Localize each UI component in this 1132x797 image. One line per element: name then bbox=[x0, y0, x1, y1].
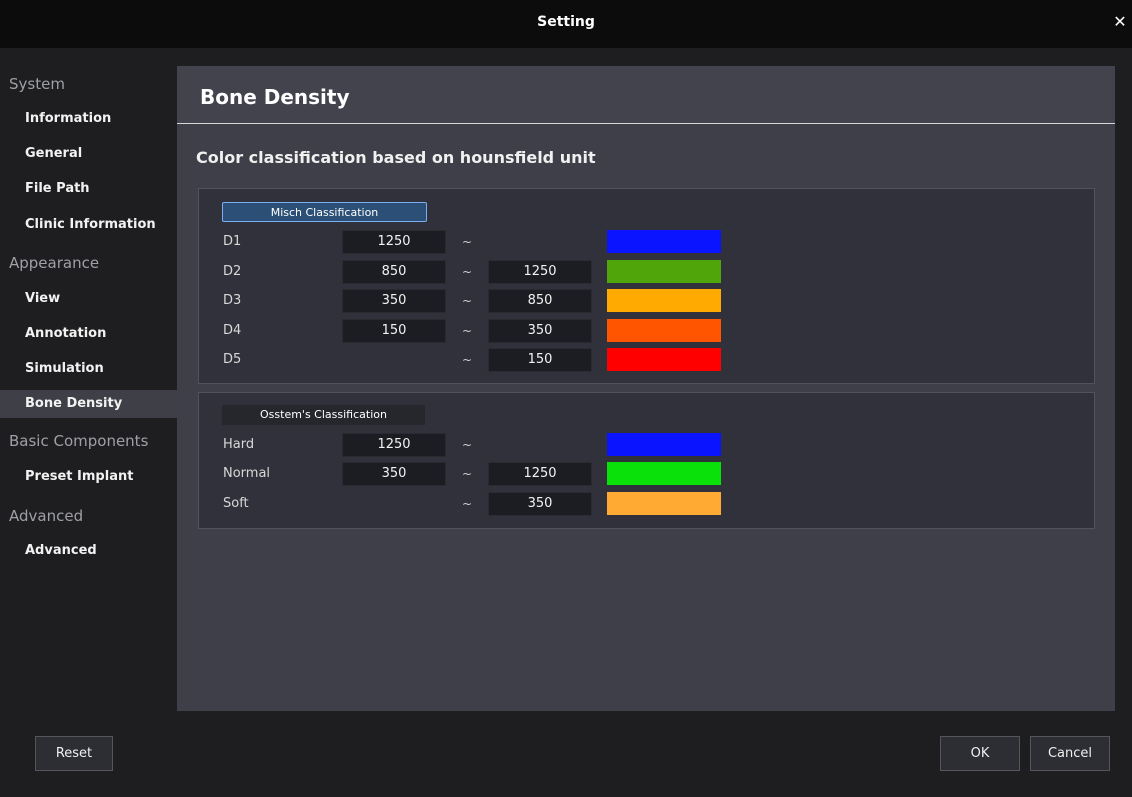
range-separator: ~ bbox=[462, 235, 473, 249]
sidebar-item-general[interactable]: General bbox=[0, 140, 177, 168]
misch-row-d3: D3 350 ~ 850 bbox=[199, 289, 1094, 313]
misch-classification-box: Misch Classification D1 1250 ~ D2 850 ~ … bbox=[198, 188, 1095, 384]
range-separator: ~ bbox=[462, 324, 473, 338]
color-swatch[interactable] bbox=[607, 230, 721, 253]
row-label: Normal bbox=[223, 466, 271, 481]
sidebar-item-preset-implant[interactable]: Preset Implant bbox=[0, 463, 177, 491]
color-swatch[interactable] bbox=[607, 260, 721, 283]
osstem-row-normal: Normal 350 ~ 1250 bbox=[199, 462, 1094, 486]
settings-panel: Bone Density Color classification based … bbox=[177, 66, 1115, 711]
min-hu-input[interactable]: 350 bbox=[342, 289, 446, 313]
row-label: D5 bbox=[223, 352, 242, 367]
row-label: D2 bbox=[223, 264, 242, 279]
title-bar: Setting ✕ bbox=[0, 0, 1132, 48]
color-swatch[interactable] bbox=[607, 289, 721, 312]
sidebar-item-bone-density[interactable]: Bone Density bbox=[0, 390, 177, 418]
sidebar-item-information[interactable]: Information bbox=[0, 105, 177, 133]
sidebar-item-annotation[interactable]: Annotation bbox=[0, 320, 177, 348]
range-separator: ~ bbox=[462, 497, 473, 511]
min-hu-input[interactable]: 350 bbox=[342, 462, 446, 486]
osstem-row-hard: Hard 1250 ~ bbox=[199, 433, 1094, 457]
misch-row-d1: D1 1250 ~ bbox=[199, 230, 1094, 254]
misch-row-d4: D4 150 ~ 350 bbox=[199, 319, 1094, 343]
osstem-classification-button[interactable]: Osstem's Classification bbox=[222, 405, 425, 425]
misch-row-d5: D5 ~ 150 bbox=[199, 348, 1094, 372]
range-separator: ~ bbox=[462, 294, 473, 308]
range-separator: ~ bbox=[462, 438, 473, 452]
max-hu-input[interactable]: 1250 bbox=[488, 260, 592, 284]
reset-button[interactable]: Reset bbox=[35, 736, 113, 771]
osstem-row-soft: Soft ~ 350 bbox=[199, 492, 1094, 516]
min-hu-input[interactable]: 150 bbox=[342, 319, 446, 343]
osstem-classification-box: Osstem's Classification Hard 1250 ~ Norm… bbox=[198, 392, 1095, 529]
color-swatch[interactable] bbox=[607, 492, 721, 515]
window-title: Setting bbox=[537, 14, 595, 30]
sidebar-item-advanced[interactable]: Advanced bbox=[0, 537, 177, 565]
cancel-button[interactable]: Cancel bbox=[1030, 736, 1110, 771]
section-system: System bbox=[9, 75, 65, 93]
close-icon[interactable]: ✕ bbox=[1110, 12, 1130, 34]
range-separator: ~ bbox=[462, 353, 473, 367]
row-label: D4 bbox=[223, 323, 242, 338]
panel-header: Bone Density bbox=[177, 66, 1115, 124]
color-swatch[interactable] bbox=[607, 462, 721, 485]
settings-sidebar: System Information General File Path Cli… bbox=[0, 66, 177, 706]
sidebar-item-file-path[interactable]: File Path bbox=[0, 175, 177, 203]
ok-button[interactable]: OK bbox=[940, 736, 1020, 771]
row-label: D3 bbox=[223, 293, 242, 308]
misch-row-d2: D2 850 ~ 1250 bbox=[199, 260, 1094, 284]
row-label: Soft bbox=[223, 496, 249, 511]
min-hu-input[interactable]: 1250 bbox=[342, 230, 446, 254]
range-separator: ~ bbox=[462, 467, 473, 481]
max-hu-input[interactable]: 350 bbox=[488, 492, 592, 516]
section-subtitle: Color classification based on hounsfield… bbox=[196, 148, 596, 167]
sidebar-item-clinic-information[interactable]: Clinic Information bbox=[0, 211, 177, 239]
section-basic-components: Basic Components bbox=[9, 432, 149, 450]
misch-classification-button[interactable]: Misch Classification bbox=[222, 202, 427, 222]
max-hu-input[interactable]: 150 bbox=[488, 348, 592, 372]
max-hu-input[interactable]: 850 bbox=[488, 289, 592, 313]
row-label: Hard bbox=[223, 437, 255, 452]
max-hu-input[interactable]: 1250 bbox=[488, 462, 592, 486]
color-swatch[interactable] bbox=[607, 348, 721, 371]
min-hu-input[interactable]: 850 bbox=[342, 260, 446, 284]
page-title: Bone Density bbox=[200, 85, 350, 109]
sidebar-item-view[interactable]: View bbox=[0, 285, 177, 313]
color-swatch[interactable] bbox=[607, 319, 721, 342]
range-separator: ~ bbox=[462, 265, 473, 279]
section-appearance: Appearance bbox=[9, 254, 100, 272]
min-hu-input[interactable]: 1250 bbox=[342, 433, 446, 457]
max-hu-input[interactable]: 350 bbox=[488, 319, 592, 343]
row-label: D1 bbox=[223, 234, 242, 249]
sidebar-item-simulation[interactable]: Simulation bbox=[0, 355, 177, 383]
section-advanced: Advanced bbox=[9, 507, 84, 525]
color-swatch[interactable] bbox=[607, 433, 721, 456]
